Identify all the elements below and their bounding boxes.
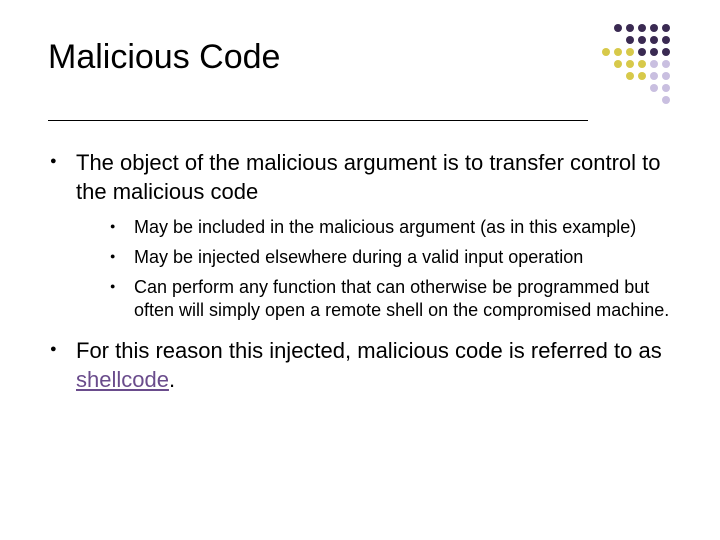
- bullet-text-pre: For this reason this injected, malicious…: [76, 338, 662, 363]
- title-rule: [48, 120, 588, 121]
- slide: Malicious Code: [0, 0, 720, 540]
- bullet-text: May be injected elsewhere during a valid…: [134, 247, 583, 267]
- bullet-list-level2: May be included in the malicious argumen…: [76, 216, 672, 323]
- shellcode-term: shellcode: [76, 367, 169, 392]
- slide-title: Malicious Code: [48, 38, 572, 77]
- bullet-text: Can perform any function that can otherw…: [134, 277, 669, 321]
- list-item: Can perform any function that can otherw…: [110, 276, 672, 324]
- list-item: The object of the malicious argument is …: [48, 149, 672, 323]
- bullet-text: The object of the malicious argument is …: [76, 150, 661, 204]
- title-row: Malicious Code: [48, 38, 672, 110]
- list-item: May be injected elsewhere during a valid…: [110, 246, 672, 270]
- dots-decoration-icon: [572, 20, 682, 110]
- slide-content: The object of the malicious argument is …: [48, 149, 672, 394]
- bullet-text: May be included in the malicious argumen…: [134, 217, 636, 237]
- list-item: For this reason this injected, malicious…: [48, 337, 672, 394]
- bullet-text-post: .: [169, 367, 175, 392]
- bullet-list-level1: The object of the malicious argument is …: [48, 149, 672, 394]
- list-item: May be included in the malicious argumen…: [110, 216, 672, 240]
